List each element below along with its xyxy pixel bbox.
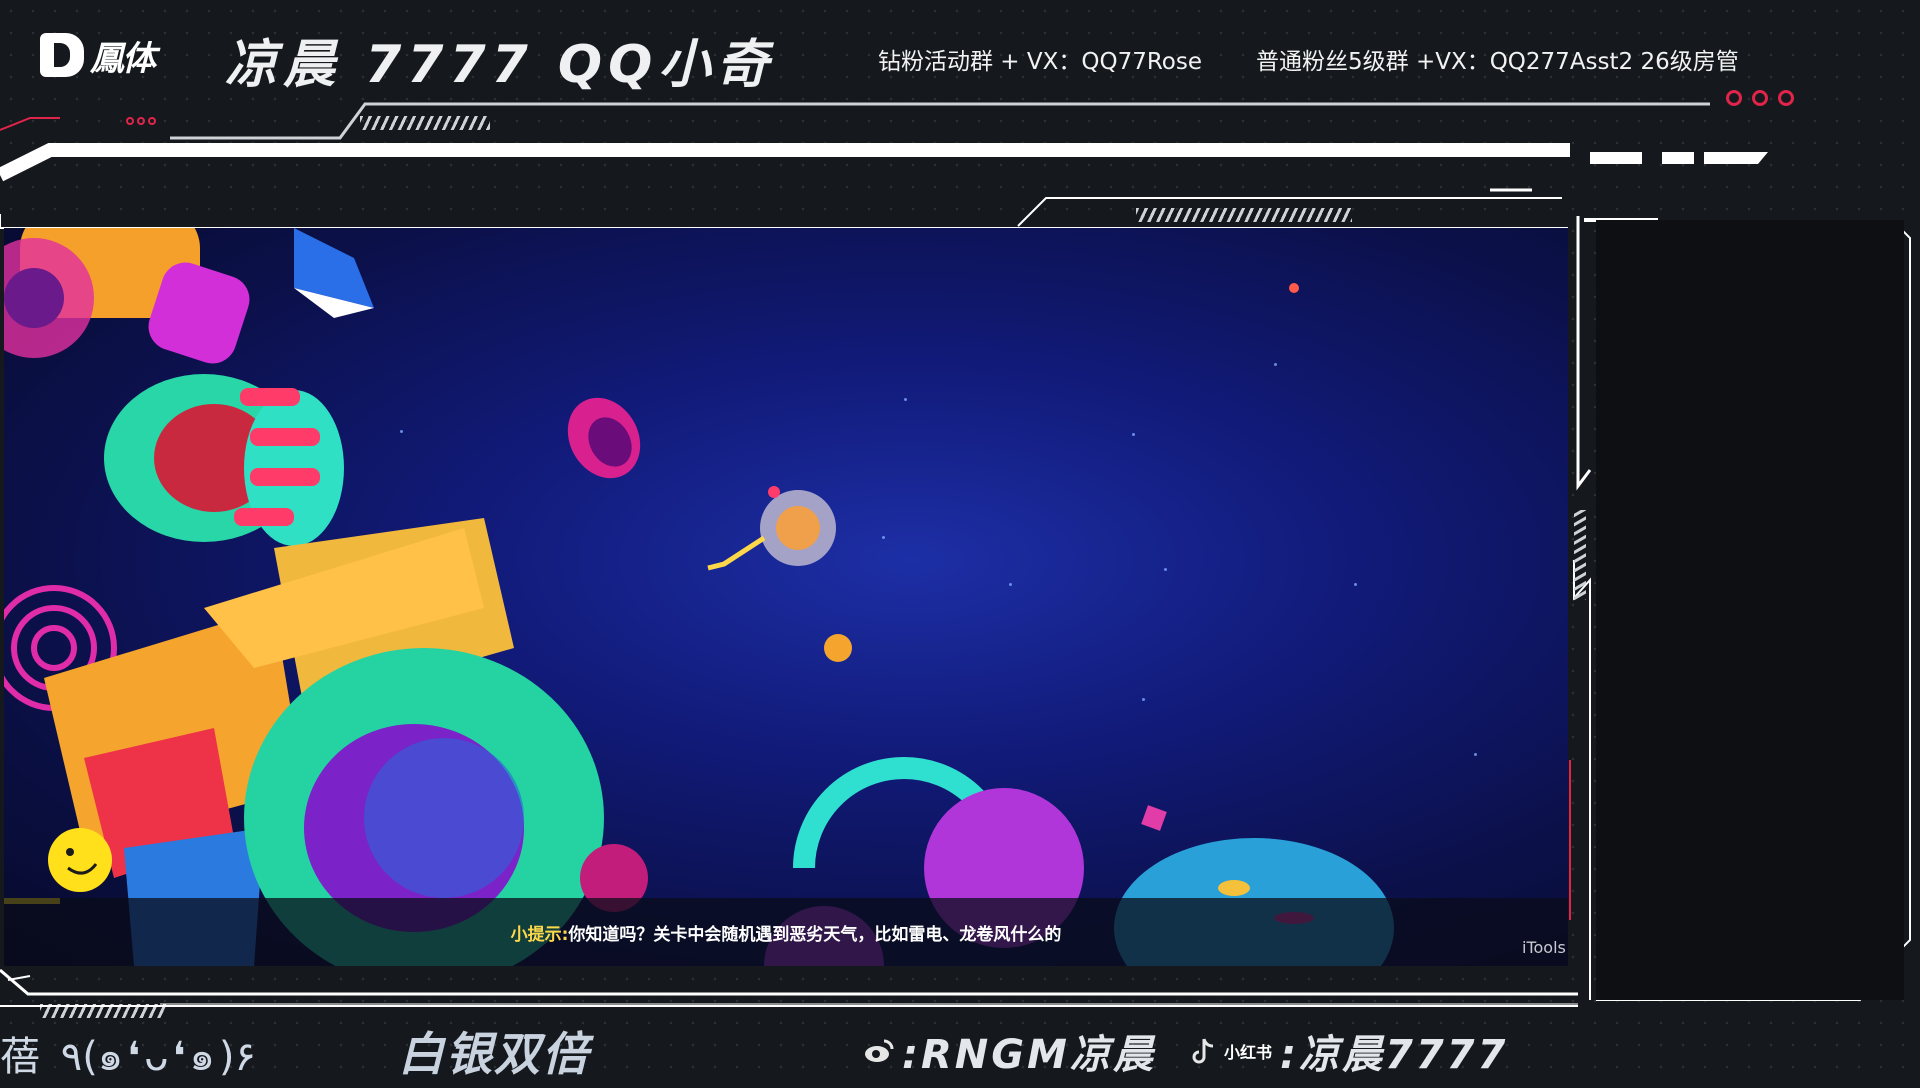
game-scene bbox=[4, 228, 1394, 966]
xiaohongshu-label: 小红书 bbox=[1224, 1043, 1273, 1062]
circle-icon bbox=[1778, 90, 1794, 106]
normal-fan-group-info: 普通粉丝5级群 +VX：QQ277Asst2 26级房管 bbox=[1256, 49, 1739, 75]
small-dots-decoration bbox=[126, 117, 156, 125]
diamond-fan-group-info: 钻粉活动群 + VX：QQ77Rose bbox=[878, 49, 1203, 75]
channel-logo: 鳳体 bbox=[40, 30, 156, 80]
itools-watermark: iTools bbox=[1522, 938, 1566, 957]
weibo-social: :RNGM凉晨 bbox=[864, 1022, 1156, 1080]
circle-icon bbox=[1752, 90, 1768, 106]
hint-label: 小提示: bbox=[510, 924, 569, 945]
game-stream-view[interactable] bbox=[4, 228, 1568, 966]
stream-brand-title: 凉晨 7777 QQ小奇 bbox=[225, 35, 775, 95]
douyin-icon bbox=[1192, 1038, 1214, 1064]
weibo-handle: :RNGM凉晨 bbox=[902, 1032, 1156, 1078]
circle-icon bbox=[126, 117, 134, 125]
logo-text: 鳳体 bbox=[90, 38, 156, 79]
window-dots-decoration bbox=[1726, 90, 1794, 106]
hatch-decoration bbox=[1136, 208, 1352, 222]
circle-icon bbox=[137, 117, 145, 125]
douyin-xiaohongshu-social: 小红书 :凉晨7777 bbox=[1192, 1022, 1508, 1080]
weibo-icon bbox=[865, 1039, 894, 1062]
logo-mark-icon bbox=[40, 33, 84, 77]
circle-icon bbox=[148, 117, 156, 125]
hatch-decoration bbox=[40, 1004, 166, 1018]
hatch-decoration bbox=[360, 116, 490, 130]
footer-rank-text: 白银双倍 bbox=[398, 1027, 590, 1081]
hint-text: 你知道吗？关卡中会随机遇到恶劣天气，比如雷电、龙卷风什么的 bbox=[568, 924, 1062, 945]
side-camera-panel bbox=[1596, 220, 1904, 1000]
game-hint-bar: 小提示: 你知道吗？关卡中会随机遇到恶劣天气，比如雷电、龙卷风什么的 bbox=[4, 898, 1568, 966]
douyin-handle: :凉晨7777 bbox=[1280, 1032, 1509, 1078]
circle-icon bbox=[1726, 90, 1742, 106]
footer-emoticon: 蓓 ٩(๑❛ᴗ❛๑)۶ bbox=[0, 1034, 256, 1080]
